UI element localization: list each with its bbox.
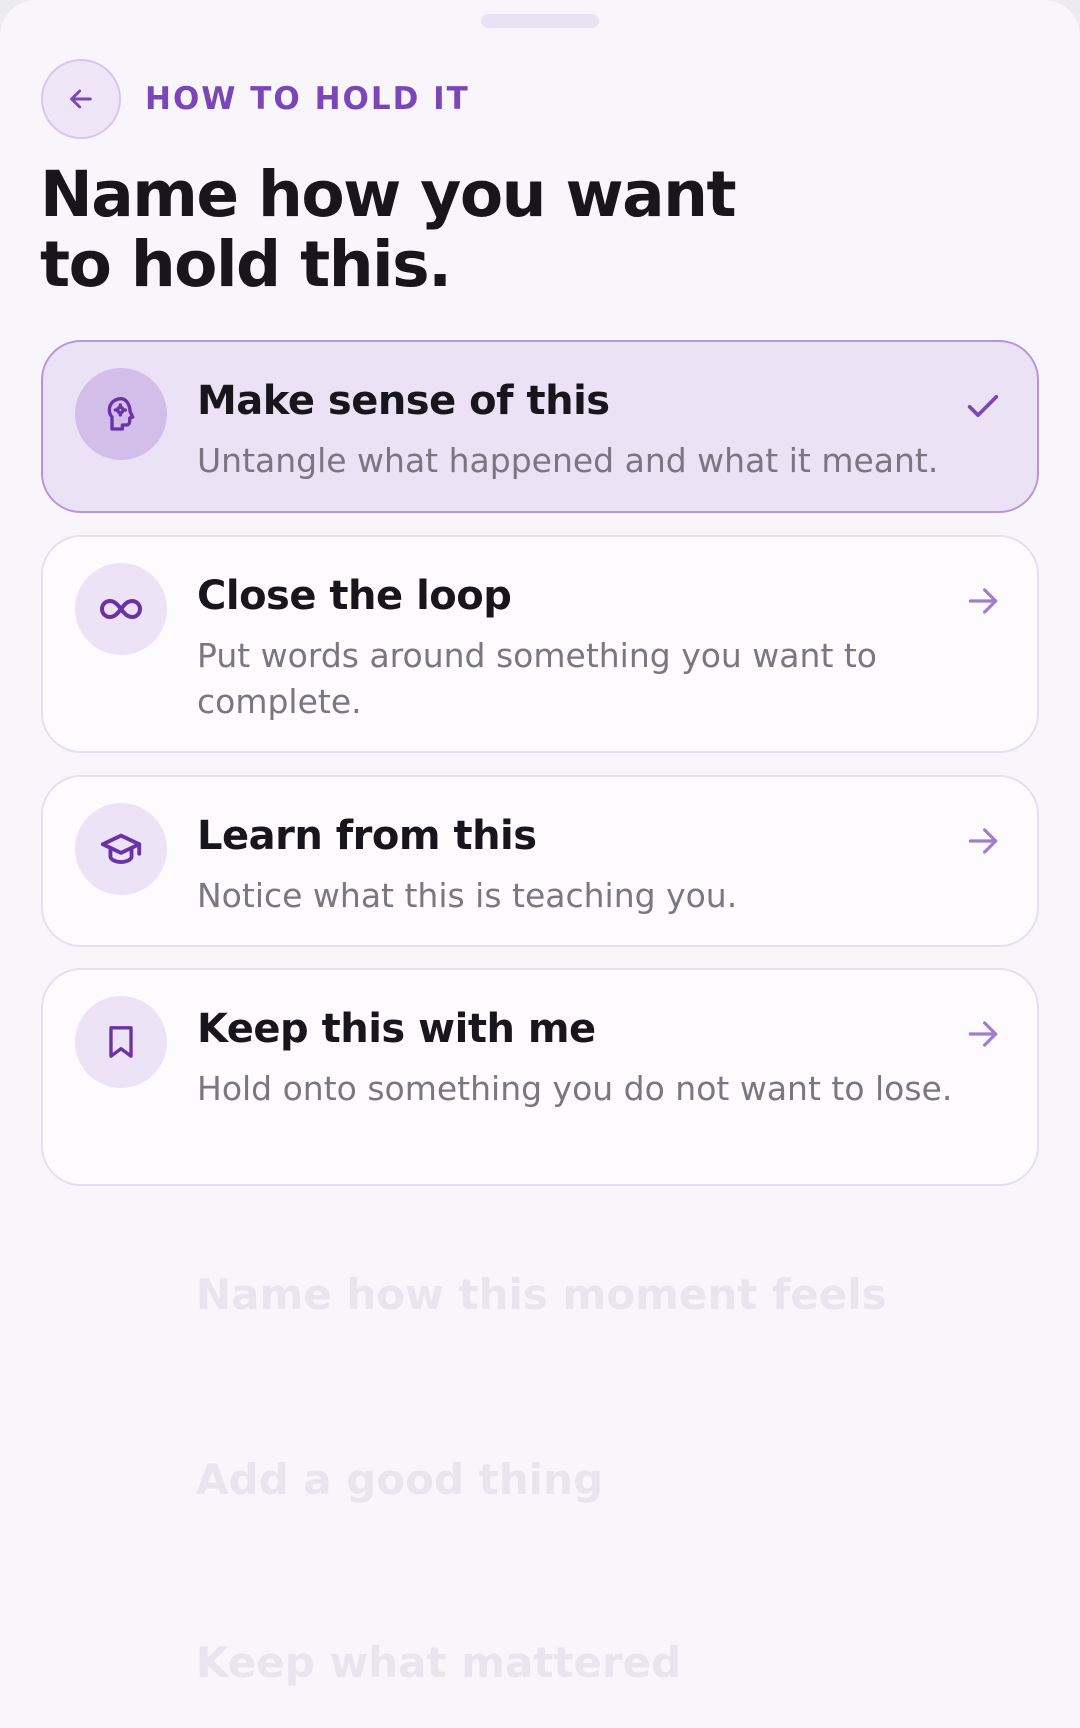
background-item-label: Name how this moment feels (196, 1270, 887, 1319)
option-icon-container (75, 996, 167, 1088)
graduation-cap-icon (100, 833, 142, 864)
option-title: Make sense of this (197, 378, 610, 424)
option-close-the-loop[interactable]: Close the loop Put words around somethin… (41, 535, 1039, 753)
option-icon-container (75, 803, 167, 895)
option-description: Notice what this is teaching you. (197, 876, 738, 915)
selected-indicator (963, 386, 1003, 426)
sheet-grabber-handle[interactable] (481, 14, 599, 28)
option-description: Hold onto something you do not want to l… (197, 1069, 953, 1108)
option-chevron (963, 821, 1003, 861)
option-title: Keep this with me (197, 1006, 596, 1052)
background-item-label: Keep what mattered (196, 1638, 682, 1687)
option-icon-container (75, 563, 167, 655)
option-chevron (963, 581, 1003, 621)
option-make-sense[interactable]: Make sense of this Untangle what happene… (41, 340, 1039, 513)
check-icon (967, 395, 999, 417)
option-description: Untangle what happened and what it meant… (197, 441, 939, 480)
section-eyebrow: HOW TO HOLD IT (145, 81, 470, 117)
bookmark-icon (109, 1026, 133, 1058)
back-button[interactable] (41, 59, 121, 139)
arrow-left-icon (70, 89, 92, 109)
infinity-icon (100, 599, 142, 619)
option-icon-container (75, 368, 167, 460)
background-item-label: Add a good thing (196, 1455, 604, 1504)
arrow-right-icon (968, 1021, 998, 1047)
option-chevron (963, 1014, 1003, 1054)
option-title: Learn from this (197, 813, 537, 859)
option-learn-from-this[interactable]: Learn from this Notice what this is teac… (41, 775, 1039, 947)
top-bar: HOW TO HOLD IT (41, 59, 470, 139)
page-title: Name how you want to hold this. (40, 158, 737, 301)
arrow-right-icon (968, 588, 998, 614)
head-gear-icon (107, 397, 135, 431)
option-keep-this-with-me[interactable]: Keep this with me Hold onto something yo… (41, 968, 1039, 1186)
arrow-right-icon (968, 828, 998, 854)
bottom-sheet: Name how this moment feels Add a good th… (0, 0, 1080, 1728)
option-title: Close the loop (197, 573, 512, 619)
option-description: Put words around something you want to c… (197, 636, 877, 721)
